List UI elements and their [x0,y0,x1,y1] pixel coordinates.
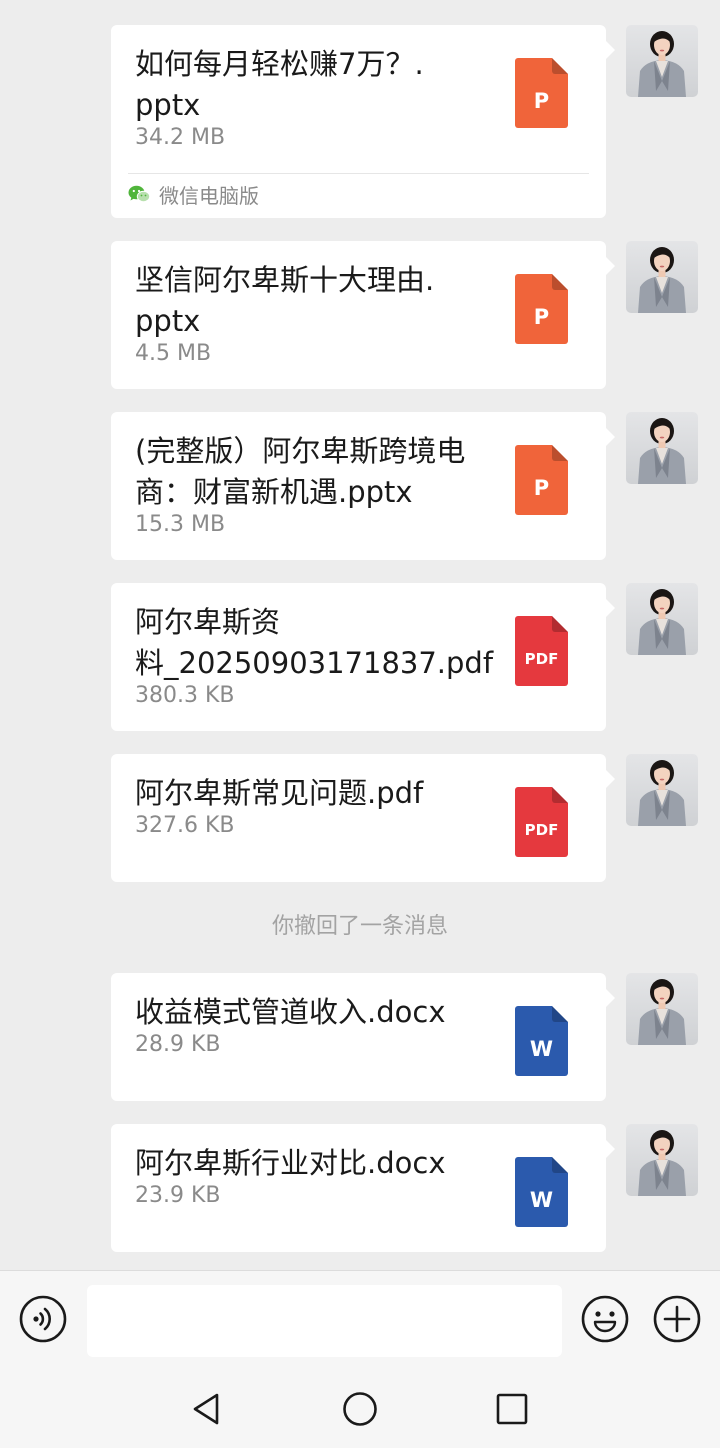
file-size: 380.3 KB [135,683,235,708]
emoji-icon [581,1295,629,1343]
file-name-line: 阿尔卑斯资 [135,605,281,639]
wechat-logo-icon [128,185,150,203]
file-name-line: 料_20250903171837.pdf [135,646,494,680]
file-type-letter: P [534,476,549,500]
file-message-card[interactable]: 坚信阿尔卑斯十大理由. pptx 4.5 MB P [111,241,615,389]
file-type-letter: PDF [525,650,559,668]
avatar[interactable] [626,973,698,1045]
file-icon-wrapper: P [515,58,568,128]
plus-icon [653,1295,701,1343]
avatar[interactable] [626,241,698,313]
avatar[interactable] [626,412,698,484]
chat-area: 如何每月轻松赚7万？. pptx 34.2 MB P 微信电脑版坚信阿尔卑斯十大理由. p… [0,0,720,1270]
file-icon-wrapper: P [515,274,568,344]
source-label: 微信电脑版 [159,184,259,208]
file-name-line: 阿尔卑斯行业对比.docx [135,1146,446,1180]
voice-button[interactable] [19,1295,67,1343]
pdf-file-icon: PDF [515,787,568,857]
nav-home-button[interactable] [342,1391,378,1427]
message-row: 如何每月轻松赚7万？. pptx 34.2 MB P 微信电脑版 [0,25,720,218]
avatar[interactable] [626,25,698,97]
file-name: 坚信阿尔卑斯十大理由. pptx [135,260,480,342]
file-message-card[interactable]: 阿尔卑斯行业对比.docx 23.9 KB W [111,1124,615,1252]
file-icon-wrapper: PDF [515,787,568,857]
input-bar [0,1270,720,1367]
message-input[interactable] [87,1285,562,1357]
more-button[interactable] [653,1295,701,1343]
recents-square-icon [496,1393,528,1425]
file-name: 阿尔卑斯资料_20250903171837.pdf [135,602,494,684]
file-name: 收益模式管道收入.docx [135,992,480,1033]
docx-file-icon: W [515,1006,568,1076]
file-type-letter: P [534,89,549,113]
pptx-file-icon: P [515,274,568,344]
file-name-line: (完整版）阿尔卑斯跨境电 [135,434,466,468]
file-name-line: 阿尔卑斯常见问题.pdf [135,776,424,810]
file-message-card[interactable]: 如何每月轻松赚7万？. pptx 34.2 MB P 微信电脑版 [111,25,615,218]
file-size: 327.6 KB [135,813,235,838]
file-icon-wrapper: PDF [515,616,568,686]
system-nav-bar [0,1367,720,1448]
message-row: 坚信阿尔卑斯十大理由. pptx 4.5 MB P [0,241,720,389]
file-size: 23.9 KB [135,1183,221,1208]
file-type-letter: P [534,305,549,329]
file-name: (完整版）阿尔卑斯跨境电 商：财富新机遇.pptx [135,431,480,513]
file-name: 阿尔卑斯行业对比.docx [135,1143,480,1184]
back-triangle-icon [193,1393,219,1425]
file-name-line: 坚信阿尔卑斯十大理由. [135,263,435,297]
file-name-line: pptx [135,88,201,122]
file-icon-wrapper: W [515,1006,568,1076]
file-size: 34.2 MB [135,125,226,150]
file-name-line: pptx [135,304,201,338]
file-size: 15.3 MB [135,512,226,537]
message-row: 阿尔卑斯资 料_20250903171837.pdf 380.3 KB PDF [0,583,720,731]
file-message-card[interactable]: 阿尔卑斯资 料_20250903171837.pdf 380.3 KB PDF [111,583,615,731]
file-name: 阿尔卑斯常见问题.pdf [135,773,480,814]
file-message-card[interactable]: (完整版）阿尔卑斯跨境电 商：财富新机遇.pptx 15.3 MB P [111,412,615,560]
nav-back-button[interactable] [188,1391,224,1427]
file-name-line: 商：财富新机遇.pptx [135,475,413,509]
voice-icon [19,1295,67,1343]
avatar[interactable] [626,754,698,826]
avatar[interactable] [626,583,698,655]
pdf-file-icon: PDF [515,616,568,686]
file-name-line: 如何每月轻松赚7万？. [135,47,424,81]
message-row: 收益模式管道收入.docx 28.9 KB W [0,973,720,1101]
pptx-file-icon: P [515,58,568,128]
message-row: 阿尔卑斯行业对比.docx 23.9 KB W [0,1124,720,1252]
file-icon-wrapper: P [515,445,568,515]
home-circle-icon [343,1392,377,1426]
source-divider [128,173,589,174]
nav-recents-button[interactable] [494,1391,530,1427]
file-message-card[interactable]: 阿尔卑斯常见问题.pdf 327.6 KB PDF [111,754,615,882]
avatar[interactable] [626,1124,698,1196]
file-type-letter: PDF [525,821,559,839]
docx-file-icon: W [515,1157,568,1227]
message-row: (完整版）阿尔卑斯跨境电 商：财富新机遇.pptx 15.3 MB P [0,412,720,560]
file-name-line: 收益模式管道收入.docx [135,995,446,1029]
file-size: 4.5 MB [135,341,212,366]
emoji-button[interactable] [581,1295,629,1343]
recall-notice: 你撤回了一条消息 [271,914,448,939]
file-type-letter: W [530,1037,553,1061]
file-size: 28.9 KB [135,1032,221,1057]
pptx-file-icon: P [515,445,568,515]
file-icon-wrapper: W [515,1157,568,1227]
file-name: 如何每月轻松赚7万？. pptx [135,44,480,126]
file-type-letter: W [530,1188,553,1212]
message-row: 阿尔卑斯常见问题.pdf 327.6 KB PDF [0,754,720,882]
file-message-card[interactable]: 收益模式管道收入.docx 28.9 KB W [111,973,615,1101]
